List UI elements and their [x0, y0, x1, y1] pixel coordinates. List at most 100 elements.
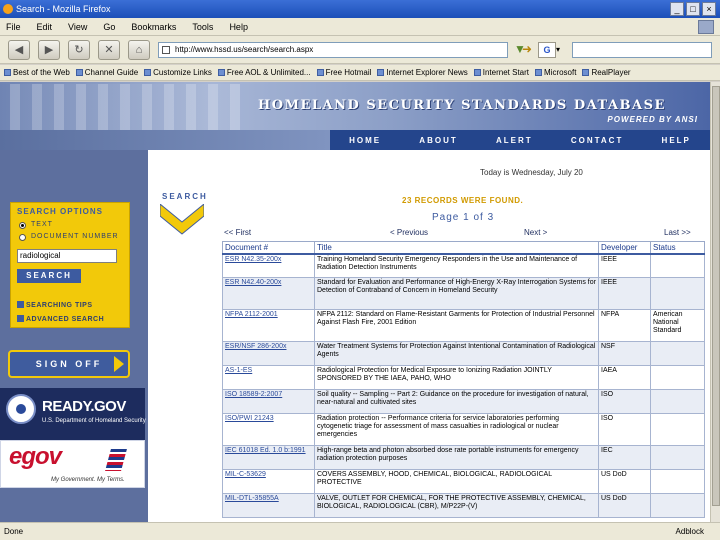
- document-title: NFPA 2112: Standard on Flame-Resistant G…: [314, 309, 599, 342]
- nav-home[interactable]: HOME: [349, 136, 381, 145]
- document-developer: ISO: [598, 389, 651, 414]
- site-title: HOMELAND SECURITY STANDARDS DATABASE: [258, 98, 666, 113]
- sign-off-button[interactable]: SIGN OFF: [8, 350, 130, 378]
- search-box[interactable]: [572, 42, 712, 58]
- menu-help[interactable]: Help: [227, 22, 250, 32]
- first-page-link[interactable]: << First: [224, 228, 251, 237]
- sign-off-label: SIGN OFF: [35, 359, 103, 369]
- menu-view[interactable]: View: [66, 22, 89, 32]
- address-bar[interactable]: http://www.hssd.us/search/search.aspx: [158, 42, 508, 58]
- bookmark-item[interactable]: Channel Guide: [75, 68, 138, 77]
- back-icon[interactable]: ◀: [8, 40, 30, 60]
- table-row: IEC 61018 Ed. 1.0 b:1991 High-range beta…: [222, 445, 705, 470]
- bookmark-icon: [535, 69, 542, 76]
- menu-edit[interactable]: Edit: [35, 22, 55, 32]
- status-bar: Done Adblock: [0, 522, 720, 540]
- column-header[interactable]: Document #: [222, 241, 315, 255]
- document-developer: US DoD: [598, 469, 651, 494]
- document-developer: IEC: [598, 445, 651, 470]
- document-status: American National Standard: [650, 309, 705, 342]
- document-number-link[interactable]: IEC 61018 Ed. 1.0 b:1991: [222, 445, 315, 470]
- search-engine-button[interactable]: G: [538, 42, 556, 58]
- next-page-link[interactable]: Next >: [524, 228, 547, 237]
- bookmark-item[interactable]: Free Hotmail: [316, 68, 371, 77]
- advanced-search-link[interactable]: ADVANCED SEARCH: [17, 315, 104, 323]
- document-number-link[interactable]: ISO/PWI 21243: [222, 413, 315, 446]
- document-number-link[interactable]: ESR N42.35-200x: [222, 253, 315, 278]
- search-engine-dropdown-icon[interactable]: ▾: [556, 42, 568, 58]
- close-button[interactable]: ×: [702, 2, 716, 16]
- radio-text[interactable]: TEXT: [19, 221, 129, 231]
- bookmark-item[interactable]: RealPlayer: [582, 68, 631, 77]
- document-number-link[interactable]: ESR N42.40-200x: [222, 277, 315, 310]
- ready-gov-subtitle: U.S. Department of Homeland Security: [42, 418, 146, 424]
- bookmark-icon: [144, 69, 152, 76]
- egov-banner[interactable]: egov My Government. My Terms.: [0, 440, 145, 488]
- document-title: Water Treatment Systems for Protection A…: [314, 341, 599, 366]
- document-status: [650, 277, 705, 310]
- document-number-link[interactable]: ISO 18589-2:2007: [222, 389, 315, 414]
- menu-file[interactable]: File: [4, 22, 23, 32]
- bookmark-item[interactable]: Microsoft: [535, 68, 576, 77]
- bookmark-item[interactable]: Internet Explorer News: [377, 68, 468, 77]
- bookmark-item[interactable]: Best of the Web: [4, 68, 70, 77]
- home-icon[interactable]: ⌂: [128, 40, 150, 60]
- document-status: [650, 341, 705, 366]
- document-developer: ISO: [598, 413, 651, 446]
- search-button[interactable]: SEARCH: [17, 269, 81, 283]
- reload-icon[interactable]: ↻: [68, 40, 90, 60]
- radio-document-number[interactable]: DOCUMENT NUMBER: [19, 233, 129, 243]
- page-icon: [162, 46, 170, 54]
- square-bullet-icon: [17, 315, 24, 322]
- document-number-link[interactable]: MIL-DTL-35855A: [222, 493, 315, 518]
- menu-tools[interactable]: Tools: [190, 22, 215, 32]
- flag-icon: [105, 449, 127, 471]
- scrollbar-thumb[interactable]: [712, 86, 720, 506]
- document-developer: IAEA: [598, 365, 651, 390]
- stop-icon[interactable]: ✕: [98, 40, 120, 60]
- vertical-scrollbar[interactable]: [710, 82, 720, 522]
- document-number-link[interactable]: AS-1-ES: [222, 365, 315, 390]
- search-options-heading: SEARCH OPTIONS: [17, 207, 104, 216]
- chevron-down-icon: [160, 204, 204, 235]
- menu-bookmarks[interactable]: Bookmarks: [129, 22, 178, 32]
- table-row: ISO/PWI 21243 Radiation protection -- Pe…: [222, 413, 705, 446]
- minimize-button[interactable]: _: [670, 2, 684, 16]
- bookmark-item[interactable]: Free AOL & Unlimited...: [217, 68, 311, 77]
- bookmark-icon: [75, 69, 83, 76]
- document-title: Radiological Protection for Medical Expo…: [314, 365, 599, 390]
- bookmark-icon: [582, 69, 590, 76]
- maximize-button[interactable]: □: [686, 2, 700, 16]
- table-row: ESR N42.40-200x Standard for Evaluation …: [222, 277, 705, 310]
- menu-go[interactable]: Go: [101, 22, 117, 32]
- bookmark-item[interactable]: Customize Links: [144, 68, 212, 77]
- document-number-link[interactable]: ESR/NSF 286-200x: [222, 341, 315, 366]
- search-options-panel: SEARCH OPTIONS TEXT DOCUMENT NUMBER radi…: [10, 202, 130, 328]
- ready-gov-banner[interactable]: READY.GOV U.S. Department of Homeland Se…: [0, 388, 146, 440]
- document-title: Training Homeland Security Emergency Res…: [314, 253, 599, 278]
- nav-contact[interactable]: CONTACT: [571, 136, 624, 145]
- nav-about[interactable]: ABOUT: [419, 136, 457, 145]
- last-page-link[interactable]: Last >>: [664, 228, 691, 237]
- nav-help[interactable]: HELP: [662, 136, 691, 145]
- document-number-link[interactable]: MIL-C-53629: [222, 469, 315, 494]
- column-header[interactable]: Status: [650, 241, 705, 255]
- searching-tips-link[interactable]: SEARCHING TIPS: [17, 301, 93, 309]
- column-header[interactable]: Title: [314, 241, 599, 255]
- ready-gov-title: READY.GOV: [42, 398, 126, 415]
- bookmark-item[interactable]: Internet Start: [473, 68, 529, 77]
- previous-page-link[interactable]: < Previous: [390, 228, 428, 237]
- window-controls: _ □ ×: [670, 2, 716, 16]
- throbber-icon: [698, 20, 714, 34]
- page-viewport: HOMELAND SECURITY STANDARDS DATABASE POW…: [0, 82, 710, 522]
- url-text: http://www.hssd.us/search/search.aspx: [175, 45, 314, 54]
- document-title: High-range beta and photon absorbed dose…: [314, 445, 599, 470]
- nav-alert[interactable]: ALERT: [496, 136, 533, 145]
- adblock-status[interactable]: Adblock: [676, 523, 704, 540]
- document-number-link[interactable]: NFPA 2112-2001: [222, 309, 315, 342]
- forward-icon[interactable]: ▶: [38, 40, 60, 60]
- search-query-input[interactable]: radiological: [17, 249, 117, 263]
- document-title: Soil quality -- Sampling -- Part 2: Guid…: [314, 389, 599, 414]
- egov-tagline: My Government. My Terms.: [51, 477, 125, 483]
- column-header[interactable]: Developer: [598, 241, 651, 255]
